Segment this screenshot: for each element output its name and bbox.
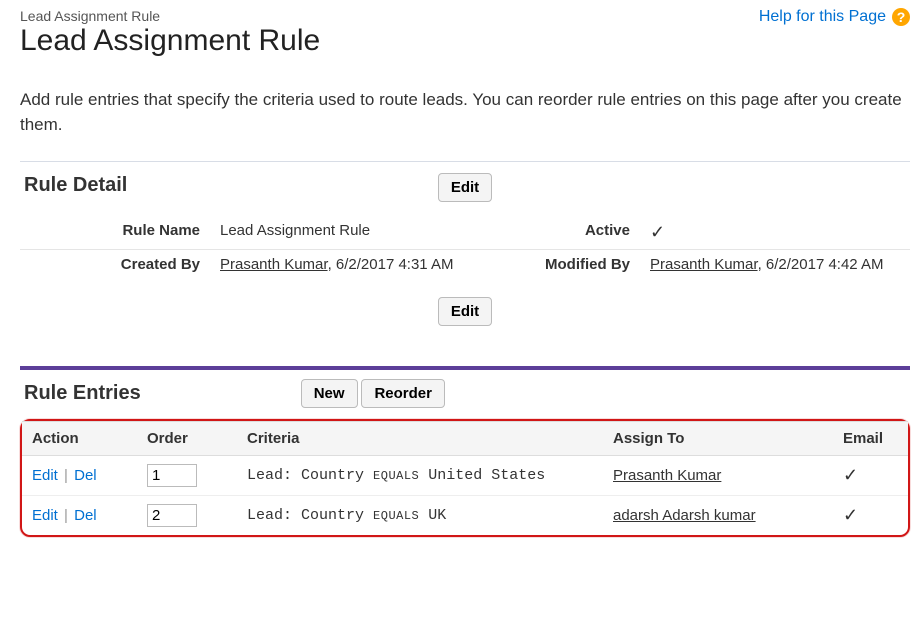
col-order: Order bbox=[137, 422, 237, 456]
rule-entries-heading: Rule Entries bbox=[24, 382, 141, 405]
created-by-user-link[interactable]: Prasanth Kumar bbox=[220, 256, 328, 273]
criteria-value: UK bbox=[419, 507, 446, 524]
col-assign-to: Assign To bbox=[603, 422, 833, 456]
label-modified-by: Modified By bbox=[480, 250, 640, 280]
edit-row-link[interactable]: Edit bbox=[32, 467, 58, 484]
reorder-rule-entries-button[interactable]: Reorder bbox=[361, 379, 445, 408]
rule-detail-edit-button-bottom[interactable]: Edit bbox=[438, 297, 492, 326]
label-active: Active bbox=[480, 216, 640, 250]
label-created-by: Created By bbox=[20, 250, 210, 280]
edit-row-link[interactable]: Edit bbox=[32, 507, 58, 524]
email-check-icon: ✓ bbox=[843, 465, 858, 485]
rule-detail-edit-button-top[interactable]: Edit bbox=[438, 173, 492, 202]
action-separator: | bbox=[62, 507, 70, 524]
help-for-page-link[interactable]: Help for this Page ? bbox=[759, 8, 910, 26]
table-row: Edit | Del Lead: Country EQUALS UK adars… bbox=[22, 496, 908, 536]
col-criteria: Criteria bbox=[237, 422, 603, 456]
created-by-date: , 6/2/2017 4:31 AM bbox=[328, 256, 454, 273]
table-row: Edit | Del Lead: Country EQUALS United S… bbox=[22, 456, 908, 496]
modified-by-user-link[interactable]: Prasanth Kumar bbox=[650, 256, 758, 273]
assign-to-link[interactable]: adarsh Adarsh kumar bbox=[613, 507, 756, 524]
criteria-op: EQUALS bbox=[373, 509, 419, 523]
new-rule-entry-button[interactable]: New bbox=[301, 379, 358, 408]
criteria-value: United States bbox=[419, 467, 545, 484]
col-action: Action bbox=[22, 422, 137, 456]
active-check-icon: ✓ bbox=[650, 222, 665, 242]
order-input[interactable] bbox=[147, 504, 197, 527]
help-link-label: Help for this Page bbox=[759, 8, 886, 26]
help-icon: ? bbox=[892, 8, 910, 26]
delete-row-link[interactable]: Del bbox=[74, 507, 97, 524]
col-email: Email bbox=[833, 422, 908, 456]
page-title: Lead Assignment Rule bbox=[20, 24, 320, 58]
modified-by-date: , 6/2/2017 4:42 AM bbox=[758, 256, 884, 273]
criteria-lead: Lead: Country bbox=[247, 507, 364, 524]
action-separator: | bbox=[62, 467, 70, 484]
criteria-lead: Lead: Country bbox=[247, 467, 364, 484]
email-check-icon: ✓ bbox=[843, 505, 858, 525]
value-rule-name: Lead Assignment Rule bbox=[210, 216, 480, 250]
order-input[interactable] bbox=[147, 464, 197, 487]
label-rule-name: Rule Name bbox=[20, 216, 210, 250]
criteria-op: EQUALS bbox=[373, 469, 419, 483]
delete-row-link[interactable]: Del bbox=[74, 467, 97, 484]
intro-text: Add rule entries that specify the criter… bbox=[20, 88, 910, 137]
breadcrumb: Lead Assignment Rule bbox=[20, 8, 320, 24]
assign-to-link[interactable]: Prasanth Kumar bbox=[613, 467, 721, 484]
rule-entries-highlight: Action Order Criteria Assign To Email Ed… bbox=[20, 419, 910, 537]
